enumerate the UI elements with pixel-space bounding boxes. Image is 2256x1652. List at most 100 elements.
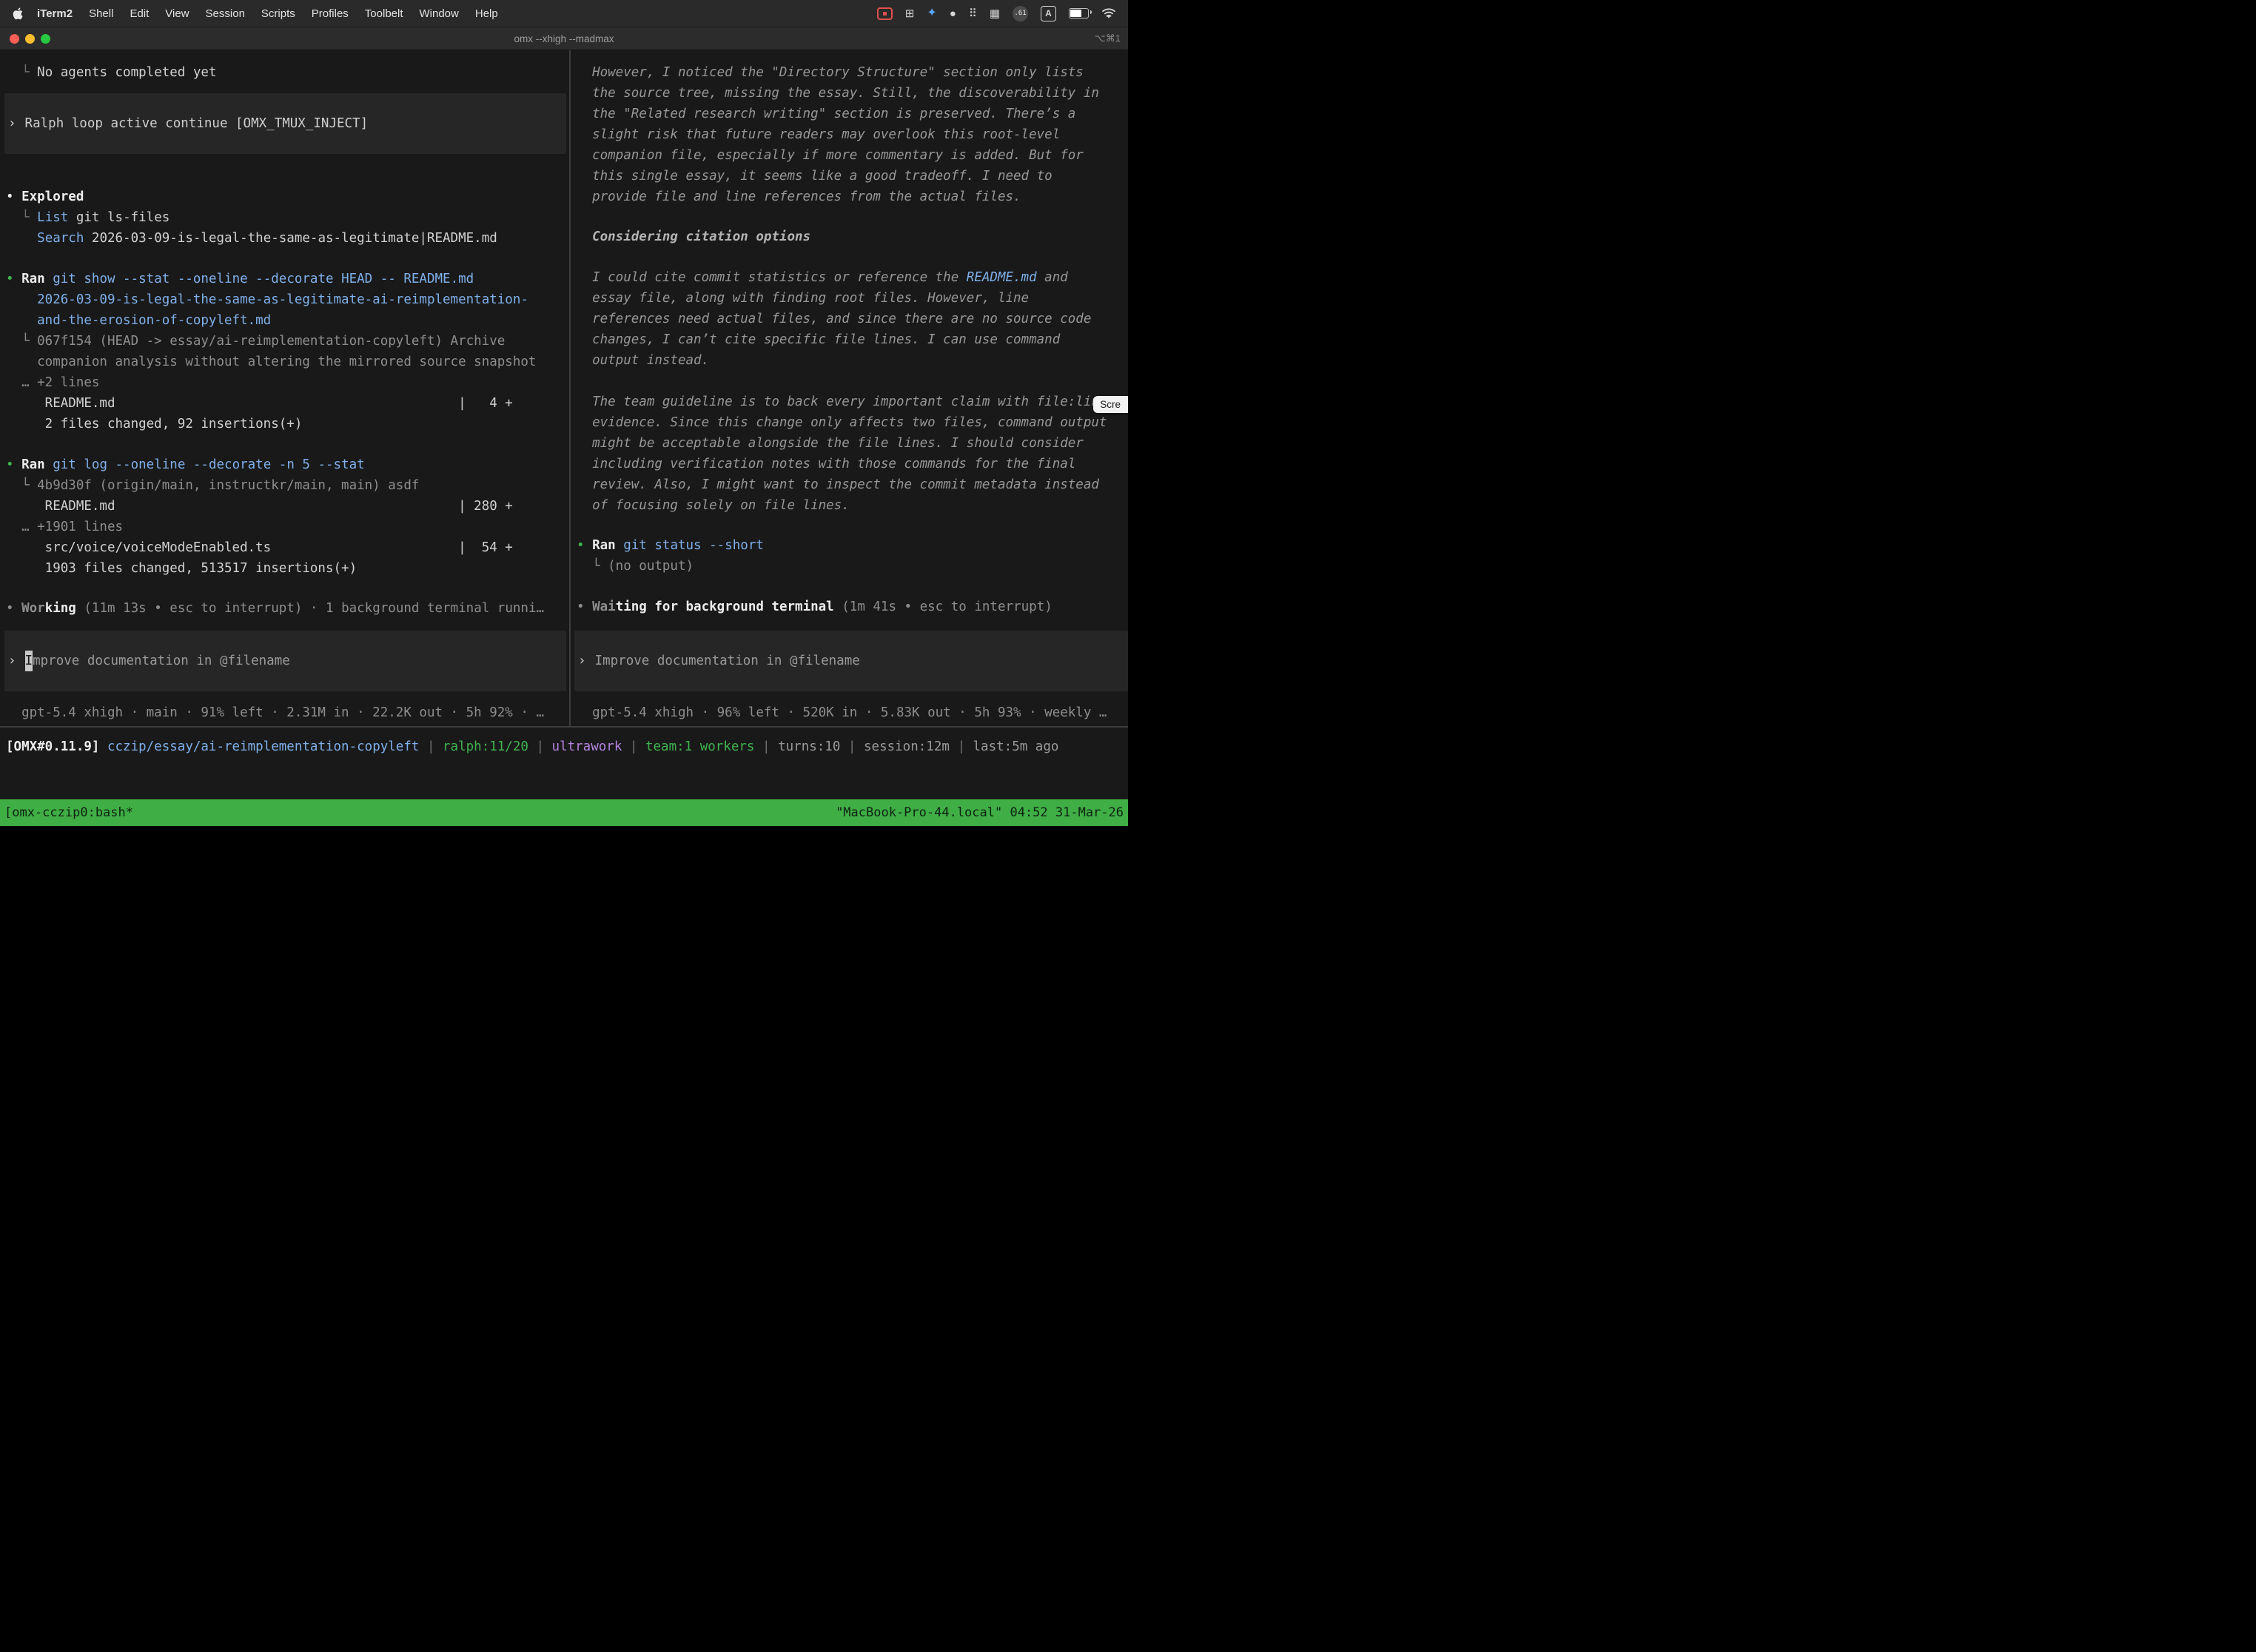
- tmux-session-label: [omx-cczip0:bash*: [4, 805, 133, 820]
- git-summary-line: 2 files changed, 92 insertions(+): [0, 414, 569, 434]
- app-circle-icon[interactable]: ●: [950, 8, 956, 19]
- close-button[interactable]: [10, 34, 19, 44]
- reasoning-line: essay file, along with finding root file…: [571, 288, 1128, 309]
- bullet: •: [6, 272, 14, 286]
- omx-turns: turns:10: [778, 739, 840, 754]
- tool-verb: List: [37, 210, 68, 225]
- separator-pipe: |: [950, 739, 973, 754]
- reasoning-text: and: [1037, 270, 1068, 285]
- reasoning-line: changes, I can’t cite specific file line…: [571, 329, 1128, 350]
- macos-menu-bar: iTerm2 Shell Edit View Session Scripts P…: [0, 0, 1128, 27]
- menu-item-iterm2[interactable]: iTerm2: [29, 7, 81, 20]
- window-manager-icon[interactable]: ⊞: [905, 8, 915, 19]
- screen-share-toast[interactable]: Scre: [1093, 396, 1128, 413]
- git-stat-line: src/voice/voiceModeEnabled.ts | 54 +: [0, 537, 569, 558]
- reasoning-text: I could cite commit statistics or refere…: [577, 270, 967, 285]
- omx-team: team:1 workers: [645, 739, 755, 754]
- menu-item-view[interactable]: View: [157, 7, 197, 20]
- reasoning-line: companion file, especially if more comme…: [571, 145, 1128, 166]
- explored-list-line: └ List git ls-files: [0, 207, 569, 228]
- right-terminal-pane[interactable]: However, I noticed the "Directory Struct…: [571, 50, 1128, 726]
- prompt-chevron: ›: [8, 651, 16, 671]
- wifi-icon[interactable]: [1101, 8, 1116, 19]
- output-truncation-note: … +1901 lines: [0, 517, 569, 537]
- stage-manager-icon[interactable]: ▦: [990, 8, 1000, 19]
- ran-verb: Ran: [14, 457, 45, 472]
- explored-title: Explored: [14, 189, 84, 204]
- separator-pipe: |: [840, 739, 864, 754]
- output-truncation-note: … +2 lines: [0, 372, 569, 393]
- composer-text: Improve documentation in @filename: [595, 651, 860, 671]
- zoom-button[interactable]: [41, 34, 50, 44]
- menu-item-session[interactable]: Session: [198, 7, 253, 20]
- input-source-icon[interactable]: A: [1041, 6, 1056, 21]
- battery-icon[interactable]: [1069, 8, 1089, 19]
- spark-icon[interactable]: ✦: [927, 7, 936, 19]
- composer-input-left[interactable]: ›Improve documentation in @filename: [4, 631, 566, 691]
- screen: iTerm2 Shell Edit View Session Scripts P…: [0, 0, 1128, 826]
- explored-header: • Explored: [0, 187, 569, 207]
- working-status-line: • Working (11m 13s • esc to interrupt) ·…: [0, 598, 569, 619]
- bullet: •: [577, 600, 585, 614]
- ran-verb: Ran: [14, 272, 45, 286]
- ran-verb: Ran: [585, 538, 616, 553]
- waiting-label-dim: Wai: [585, 600, 616, 614]
- menu-item-scripts[interactable]: Scripts: [253, 7, 303, 20]
- menu-item-help[interactable]: Help: [467, 7, 506, 20]
- menu-item-window[interactable]: Window: [412, 7, 467, 20]
- menu-item-edit[interactable]: Edit: [121, 7, 157, 20]
- tmux-status-bar[interactable]: [omx-cczip0:bash* "MacBook-Pro-44.local"…: [0, 799, 1128, 826]
- waiting-detail: (1m 41s • esc to interrupt): [834, 600, 1053, 614]
- command-text: git log --oneline --decorate -n 5 --stat: [45, 457, 365, 472]
- tree-prefix: └: [6, 65, 37, 80]
- session-status-left: gpt-5.4 xhigh · main · 91% left · 2.31M …: [0, 702, 569, 723]
- explored-search-line: Search 2026-03-09-is-legal-the-same-as-l…: [0, 228, 569, 249]
- apple-logo-icon: [12, 7, 23, 20]
- menu-item-profiles[interactable]: Profiles: [303, 7, 357, 20]
- bullet: •: [577, 538, 585, 553]
- reasoning-line: However, I noticed the "Directory Struct…: [571, 62, 1128, 83]
- menu-item-shell[interactable]: Shell: [81, 7, 121, 20]
- command-text: git show --stat --oneline --decorate HEA…: [45, 272, 474, 286]
- separator-pipe: |: [754, 739, 778, 754]
- readme-link[interactable]: README.md: [967, 270, 1037, 285]
- bullet: •: [6, 189, 14, 204]
- indent: [6, 231, 37, 246]
- omx-ralph-counter: ralph:11/20: [443, 739, 528, 754]
- composer-input-right[interactable]: ›Improve documentation in @filename: [574, 631, 1128, 691]
- window-title: omx --xhigh --madmax: [514, 33, 614, 44]
- load-meter-icon[interactable]: .61: [1013, 6, 1028, 21]
- tool-args: git ls-files: [68, 210, 169, 225]
- composer-text: mprove documentation in @filename: [33, 651, 290, 671]
- command-output-line: └ (no output): [571, 556, 1128, 577]
- command-arg-line: and-the-erosion-of-copyleft.md: [0, 310, 569, 331]
- banner-text: Ralph loop active continue [OMX_TMUX_INJ…: [25, 113, 369, 134]
- terminal-panes: └ No agents completed yet ›Ralph loop ac…: [0, 50, 1128, 726]
- reasoning-line: including verification notes with those …: [571, 454, 1128, 474]
- screen-recording-icon[interactable]: [877, 7, 893, 20]
- waiting-label-bright: ting for background terminal: [616, 600, 834, 614]
- tool-verb: Search: [37, 231, 84, 246]
- working-label-dim: Wor: [14, 601, 45, 616]
- minimize-button[interactable]: [25, 34, 35, 44]
- reasoning-line: evidence. Since this change only affects…: [571, 412, 1128, 433]
- reasoning-line: the "Related research writing" section i…: [571, 104, 1128, 124]
- reasoning-line: references need actual files, and since …: [571, 309, 1128, 329]
- command-output-line: └ 4b9d30f (origin/main, instructkr/main,…: [0, 475, 569, 496]
- command-text: git status --short: [616, 538, 764, 553]
- apple-menu[interactable]: [12, 7, 23, 20]
- working-label-bright: king: [45, 601, 76, 616]
- reasoning-line: provide file and line references from th…: [571, 187, 1128, 207]
- command-output-line: companion analysis without altering the …: [0, 352, 569, 372]
- left-terminal-pane[interactable]: └ No agents completed yet ›Ralph loop ac…: [0, 50, 569, 726]
- reasoning-line: output instead.: [571, 350, 1128, 371]
- separator-pipe: |: [622, 739, 645, 754]
- waiting-status-line: • Waiting for background terminal (1m 41…: [571, 597, 1128, 617]
- menu-item-toolbelt[interactable]: Toolbelt: [357, 7, 412, 20]
- omx-mode: ultrawork: [552, 739, 622, 754]
- reasoning-line: review. Also, I might want to inspect th…: [571, 474, 1128, 495]
- dots-grid-icon[interactable]: ⠿: [969, 8, 977, 19]
- working-detail: (11m 13s • esc to interrupt) · 1 backgro…: [76, 601, 544, 616]
- reasoning-line: of focusing solely on file lines.: [571, 495, 1128, 516]
- ran-git-log-header: • Ran git log --oneline --decorate -n 5 …: [0, 454, 569, 475]
